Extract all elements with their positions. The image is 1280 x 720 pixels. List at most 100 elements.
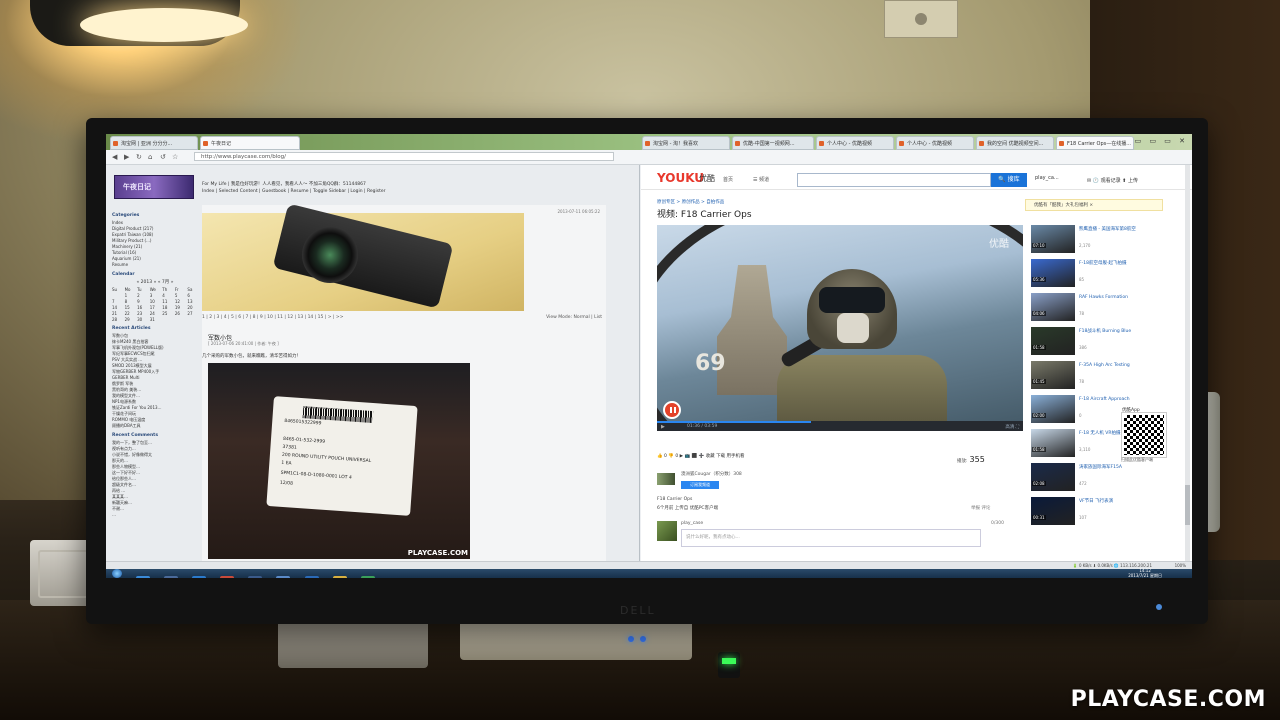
calendar-day[interactable]: 14: [112, 305, 123, 310]
calendar-day[interactable]: 30: [137, 317, 148, 322]
pause-icon[interactable]: [663, 401, 681, 419]
tab-blog[interactable]: 午夜日记: [200, 136, 300, 150]
tab-f18-video[interactable]: F18 Carrier Ops—在线播...: [1056, 136, 1134, 150]
tab-youku-profile-2[interactable]: 个人中心 - 优酷视频: [896, 136, 974, 150]
calendar-day[interactable]: 17: [150, 305, 161, 310]
related-title[interactable]: F-18航空母舰-起飞拍摄: [1079, 261, 1165, 267]
zoom-level[interactable]: 100%: [1175, 563, 1186, 568]
tab-youku-profile-1[interactable]: 个人中心 - 优酷视频: [816, 136, 894, 150]
related-video-item[interactable]: 01:58 F18战斗机 Burning Blue 386: [1031, 327, 1167, 359]
calendar-day[interactable]: 16: [137, 305, 148, 310]
calendar-day[interactable]: 9: [137, 299, 148, 304]
refresh-icon[interactable]: ↻: [136, 153, 142, 161]
calendar-day[interactable]: [187, 317, 198, 322]
tab-youku-home[interactable]: 优酷-中国第一视频网...: [732, 136, 814, 150]
related-thumbnail[interactable]: 07:10: [1031, 225, 1075, 253]
calendar-day[interactable]: 31: [150, 317, 161, 322]
related-title[interactable]: 熊鹰直播 - 美国海军第8航空: [1079, 227, 1165, 233]
breadcrumb[interactable]: 原创专区 > 原创作品 > 自拍作品: [657, 199, 724, 205]
related-title[interactable]: 涛家族国际海军F15A: [1079, 465, 1165, 471]
calendar-day[interactable]: 28: [112, 317, 123, 322]
related-thumbnail[interactable]: 05:36: [1031, 259, 1075, 287]
calendar-day[interactable]: [162, 317, 173, 322]
related-title[interactable]: F18战斗机 Burning Blue: [1079, 329, 1165, 335]
tab-youku-space[interactable]: 我的空间 优酷视频空间...: [976, 136, 1054, 150]
quality-fullscreen[interactable]: 高清 ⛶: [1005, 424, 1019, 430]
calendar-title[interactable]: « 2013 » « 7月 »: [112, 279, 198, 285]
blog-logo[interactable]: 午夜日记: [114, 175, 194, 199]
uploader-name[interactable]: 澳洲狐Cougar（积分数）308: [681, 471, 742, 477]
notice-banner[interactable]: 优酷有「酷我」大礼包福利 ×: [1025, 199, 1163, 211]
calendar-day[interactable]: 11: [162, 299, 173, 304]
sidebar-link[interactable]: 顾播的DBA工具: [112, 423, 198, 429]
home-icon[interactable]: ⌂: [148, 153, 152, 161]
calendar-day[interactable]: 26: [175, 311, 186, 316]
calendar-day[interactable]: 19: [175, 305, 186, 310]
youku-logo-cn[interactable]: 优酷: [699, 173, 715, 184]
nav-channels[interactable]: ☰ 频道: [753, 176, 769, 183]
history-icon[interactable]: ↺: [160, 153, 166, 161]
related-thumbnail[interactable]: 01:58: [1031, 429, 1075, 457]
sidebar-link[interactable]: …: [112, 512, 198, 518]
window-controls[interactable]: ▭ ▭ ▭ ✕: [1135, 137, 1188, 145]
calendar-day[interactable]: 20: [187, 305, 198, 310]
calendar-day[interactable]: 8: [125, 299, 136, 304]
related-thumbnail[interactable]: 04:06: [1031, 293, 1075, 321]
related-video-item[interactable]: 07:10 熊鹰直播 - 美国海军第8航空 2,170: [1031, 225, 1167, 257]
related-thumbnail[interactable]: 00:31: [1031, 497, 1075, 525]
related-video-item[interactable]: 05:36 F-18航空母舰-起飞拍摄 85: [1031, 259, 1167, 291]
youku-logo[interactable]: YOUKU: [657, 171, 704, 185]
calendar-day[interactable]: 15: [125, 305, 136, 310]
calendar-day[interactable]: 5: [175, 293, 186, 298]
calendar-day[interactable]: 27: [187, 311, 198, 316]
back-arrow-icon[interactable]: ◀: [112, 153, 117, 161]
view-mode[interactable]: View Mode: Normal | List: [546, 315, 602, 320]
related-thumbnail[interactable]: 01:45: [1031, 361, 1075, 389]
related-video-item[interactable]: 02:08 涛家族国际海军F15A 472: [1031, 463, 1167, 495]
video-player[interactable]: 69 优酷 ▶ 01:36 / 03:59 高清 ⛶: [657, 225, 1023, 431]
camera-photo[interactable]: [202, 203, 524, 311]
report-comment-links[interactable]: 举报 评论: [971, 505, 990, 511]
related-video-item[interactable]: 04:06 RAF Hawks Formation 78: [1031, 293, 1167, 325]
related-title[interactable]: RAF Hawks Formation: [1079, 295, 1165, 301]
address-bar[interactable]: http://www.playcase.com/blog/: [194, 152, 614, 161]
calendar-day[interactable]: 21: [112, 311, 123, 316]
monitor-icon[interactable]: [360, 576, 375, 578]
calendar-day[interactable]: 7: [112, 299, 123, 304]
calendar-day[interactable]: [112, 293, 123, 298]
calendar-day[interactable]: 25: [162, 311, 173, 316]
bird-icon[interactable]: [248, 576, 263, 578]
calendar-day[interactable]: 29: [125, 317, 136, 322]
forward-arrow-icon[interactable]: ▶: [124, 153, 129, 161]
calendar-day[interactable]: [175, 317, 186, 322]
window-icon[interactable]: [164, 576, 179, 578]
related-thumbnail[interactable]: 02:08: [1031, 463, 1075, 491]
related-title[interactable]: F-18 Aircraft Approach: [1079, 397, 1165, 403]
video-actions[interactable]: 👍 0 👎 0 ▶ 📺 ⬛ ➕ 收藏 下载 用手机看: [657, 453, 745, 459]
category-item[interactable]: Resume: [112, 262, 198, 268]
calendar-day[interactable]: 13: [187, 299, 198, 304]
nav-home[interactable]: 首页: [723, 176, 733, 183]
related-thumbnail[interactable]: 01:58: [1031, 327, 1075, 355]
calendar-day[interactable]: 3: [150, 293, 161, 298]
ie-icon[interactable]: [136, 576, 150, 578]
pager-links[interactable]: 1 | 2 | 3 | 4 | 5 | 6 | 7 | 8 | 9 | 10 |…: [202, 315, 343, 320]
tab-taobao-2[interactable]: 淘宝网 - 淘！我喜欢: [642, 136, 730, 150]
browser-icon[interactable]: [304, 576, 319, 578]
calendar-day[interactable]: 22: [125, 311, 136, 316]
calendar-day[interactable]: 23: [137, 311, 148, 316]
play-icon[interactable]: ▶: [661, 424, 665, 430]
star-icon[interactable]: ☆: [172, 153, 178, 161]
browser-icon[interactable]: [192, 576, 207, 578]
calendar-day[interactable]: 2: [137, 293, 148, 298]
tab-taobao-1[interactable]: 淘宝网 | 亚洲 分分分...: [110, 136, 198, 150]
progress-bar-fill[interactable]: [657, 421, 811, 423]
subscribe-button[interactable]: 订阅我频道: [681, 481, 719, 489]
calendar-day[interactable]: 10: [150, 299, 161, 304]
scrollbar-thumb[interactable]: [1185, 485, 1190, 525]
uploader-avatar[interactable]: [657, 473, 675, 485]
player-controls[interactable]: ▶ 01:36 / 03:59 高清 ⛶: [657, 421, 1023, 431]
search-button[interactable]: 🔍 搜库: [991, 173, 1027, 187]
related-thumbnail[interactable]: 02:00: [1031, 395, 1075, 423]
start-button[interactable]: [112, 569, 122, 578]
